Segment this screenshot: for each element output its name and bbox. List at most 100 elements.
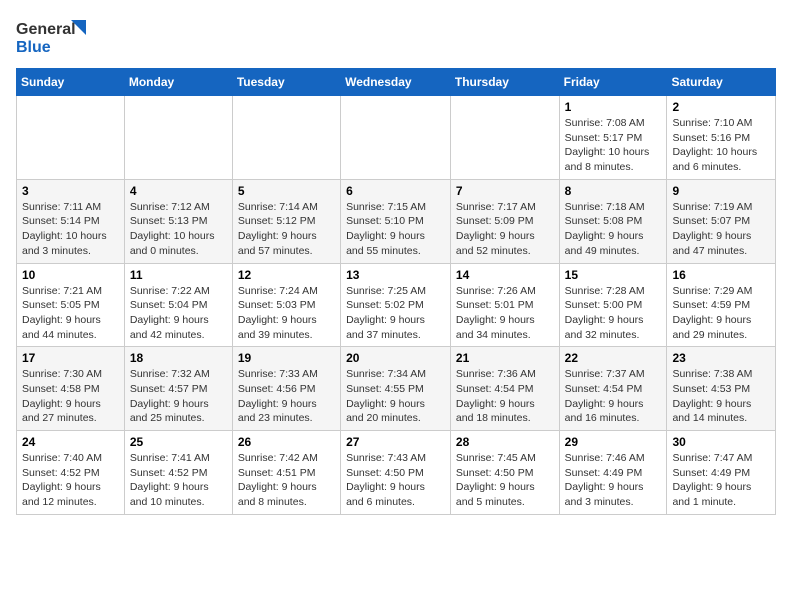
calendar-cell: 29 Sunrise: 7:46 AM Sunset: 4:49 PM Dayli… [559,431,667,515]
calendar-cell: 7 Sunrise: 7:17 AM Sunset: 5:09 PM Daylig… [450,179,559,263]
calendar-cell: 22Sunrise: 7:37 AM Sunset: 4:54 PM Dayli… [559,347,667,431]
calendar-cell: 1 Sunrise: 7:08 AM Sunset: 5:17 PM Daylig… [559,96,667,180]
day-info: Sunrise: 7:30 AM Sunset: 4:58 PM Dayligh… [22,367,119,426]
day-number: 7 [456,184,554,198]
day-info: Sunrise: 7:25 AM Sunset: 5:02 PM Dayligh… [346,284,445,343]
svg-text:General: General [16,21,76,38]
calendar-week-row: 3 Sunrise: 7:11 AM Sunset: 5:14 PM Daylig… [17,179,776,263]
day-number: 12 [238,268,335,282]
calendar-cell [450,96,559,180]
day-number: 4 [130,184,227,198]
logo-icon: GeneralBlue [16,16,96,56]
calendar-cell: 17 Sunrise: 7:30 AM Sunset: 4:58 PM Dayli… [17,347,125,431]
calendar-cell: 3 Sunrise: 7:11 AM Sunset: 5:14 PM Daylig… [17,179,125,263]
calendar-cell: 20Sunrise: 7:34 AM Sunset: 4:55 PM Dayli… [341,347,451,431]
calendar-cell: 5 Sunrise: 7:14 AM Sunset: 5:12 PM Daylig… [232,179,340,263]
day-info: Sunrise: 7:18 AM Sunset: 5:08 PM Dayligh… [565,200,662,259]
day-number: 10 [22,268,119,282]
calendar-cell [341,96,451,180]
day-info: Sunrise: 7:40 AM Sunset: 4:52 PM Dayligh… [22,451,119,510]
day-number: 26 [238,435,335,449]
weekday-header: Friday [559,69,667,96]
day-info: Sunrise: 7:19 AM Sunset: 5:07 PM Dayligh… [672,200,770,259]
day-info: Sunrise: 7:14 AM Sunset: 5:12 PM Dayligh… [238,200,335,259]
calendar-cell: 6 Sunrise: 7:15 AM Sunset: 5:10 PM Daylig… [341,179,451,263]
day-info: Sunrise: 7:21 AM Sunset: 5:05 PM Dayligh… [22,284,119,343]
day-info: Sunrise: 7:43 AM Sunset: 4:50 PM Dayligh… [346,451,445,510]
day-number: 21 [456,351,554,365]
day-number: 2 [672,100,770,114]
svg-text:Blue: Blue [16,39,51,56]
calendar-cell: 23 Sunrise: 7:38 AM Sunset: 4:53 PM Dayli… [667,347,776,431]
day-number: 24 [22,435,119,449]
weekday-header: Wednesday [341,69,451,96]
day-number: 27 [346,435,445,449]
weekday-header: Saturday [667,69,776,96]
day-info: Sunrise: 7:10 AM Sunset: 5:16 PM Dayligh… [672,116,770,175]
day-number: 17 [22,351,119,365]
day-info: Sunrise: 7:45 AM Sunset: 4:50 PM Dayligh… [456,451,554,510]
calendar-cell: 25Sunrise: 7:41 AM Sunset: 4:52 PM Dayli… [124,431,232,515]
day-number: 30 [672,435,770,449]
calendar-cell: 24 Sunrise: 7:40 AM Sunset: 4:52 PM Dayli… [17,431,125,515]
day-number: 15 [565,268,662,282]
day-info: Sunrise: 7:33 AM Sunset: 4:56 PM Dayligh… [238,367,335,426]
calendar-cell: 13 Sunrise: 7:25 AM Sunset: 5:02 PM Dayli… [341,263,451,347]
day-info: Sunrise: 7:12 AM Sunset: 5:13 PM Dayligh… [130,200,227,259]
calendar-table: SundayMondayTuesdayWednesdayThursdayFrid… [16,68,776,515]
calendar-cell [17,96,125,180]
day-info: Sunrise: 7:46 AM Sunset: 4:49 PM Dayligh… [565,451,662,510]
day-number: 5 [238,184,335,198]
day-info: Sunrise: 7:08 AM Sunset: 5:17 PM Dayligh… [565,116,662,175]
calendar-cell: 28 Sunrise: 7:45 AM Sunset: 4:50 PM Dayli… [450,431,559,515]
day-number: 28 [456,435,554,449]
day-number: 18 [130,351,227,365]
calendar-cell: 16 Sunrise: 7:29 AM Sunset: 4:59 PM Dayli… [667,263,776,347]
calendar-cell: 18 Sunrise: 7:32 AM Sunset: 4:57 PM Dayli… [124,347,232,431]
weekday-header: Thursday [450,69,559,96]
day-info: Sunrise: 7:17 AM Sunset: 5:09 PM Dayligh… [456,200,554,259]
day-info: Sunrise: 7:38 AM Sunset: 4:53 PM Dayligh… [672,367,770,426]
calendar-cell: 30 Sunrise: 7:47 AM Sunset: 4:49 PM Dayli… [667,431,776,515]
calendar-cell [124,96,232,180]
day-info: Sunrise: 7:26 AM Sunset: 5:01 PM Dayligh… [456,284,554,343]
day-info: Sunrise: 7:24 AM Sunset: 5:03 PM Dayligh… [238,284,335,343]
weekday-header: Tuesday [232,69,340,96]
calendar-cell: 26 Sunrise: 7:42 AM Sunset: 4:51 PM Dayli… [232,431,340,515]
day-info: Sunrise: 7:22 AM Sunset: 5:04 PM Dayligh… [130,284,227,343]
calendar-cell: 2 Sunrise: 7:10 AM Sunset: 5:16 PM Daylig… [667,96,776,180]
day-number: 8 [565,184,662,198]
day-info: Sunrise: 7:47 AM Sunset: 4:49 PM Dayligh… [672,451,770,510]
day-info: Sunrise: 7:29 AM Sunset: 4:59 PM Dayligh… [672,284,770,343]
day-info: Sunrise: 7:28 AM Sunset: 5:00 PM Dayligh… [565,284,662,343]
day-info: Sunrise: 7:42 AM Sunset: 4:51 PM Dayligh… [238,451,335,510]
day-info: Sunrise: 7:32 AM Sunset: 4:57 PM Dayligh… [130,367,227,426]
weekday-header: Monday [124,69,232,96]
day-number: 20 [346,351,445,365]
day-info: Sunrise: 7:37 AM Sunset: 4:54 PM Dayligh… [565,367,662,426]
calendar-cell: 10 Sunrise: 7:21 AM Sunset: 5:05 PM Dayli… [17,263,125,347]
day-number: 11 [130,268,227,282]
calendar-week-row: 17 Sunrise: 7:30 AM Sunset: 4:58 PM Dayli… [17,347,776,431]
day-number: 1 [565,100,662,114]
calendar-cell: 27 Sunrise: 7:43 AM Sunset: 4:50 PM Dayli… [341,431,451,515]
calendar-cell: 9Sunrise: 7:19 AM Sunset: 5:07 PM Daylig… [667,179,776,263]
day-info: Sunrise: 7:36 AM Sunset: 4:54 PM Dayligh… [456,367,554,426]
calendar-cell: 12 Sunrise: 7:24 AM Sunset: 5:03 PM Dayli… [232,263,340,347]
day-number: 13 [346,268,445,282]
calendar-cell: 8 Sunrise: 7:18 AM Sunset: 5:08 PM Daylig… [559,179,667,263]
day-number: 29 [565,435,662,449]
calendar-week-row: 24 Sunrise: 7:40 AM Sunset: 4:52 PM Dayli… [17,431,776,515]
day-info: Sunrise: 7:15 AM Sunset: 5:10 PM Dayligh… [346,200,445,259]
day-info: Sunrise: 7:41 AM Sunset: 4:52 PM Dayligh… [130,451,227,510]
day-number: 16 [672,268,770,282]
day-number: 6 [346,184,445,198]
day-number: 3 [22,184,119,198]
day-info: Sunrise: 7:11 AM Sunset: 5:14 PM Dayligh… [22,200,119,259]
day-number: 19 [238,351,335,365]
day-number: 23 [672,351,770,365]
calendar-week-row: 1 Sunrise: 7:08 AM Sunset: 5:17 PM Daylig… [17,96,776,180]
calendar-cell: 11 Sunrise: 7:22 AM Sunset: 5:04 PM Dayli… [124,263,232,347]
calendar-cell: 15 Sunrise: 7:28 AM Sunset: 5:00 PM Dayli… [559,263,667,347]
weekday-header-row: SundayMondayTuesdayWednesdayThursdayFrid… [17,69,776,96]
